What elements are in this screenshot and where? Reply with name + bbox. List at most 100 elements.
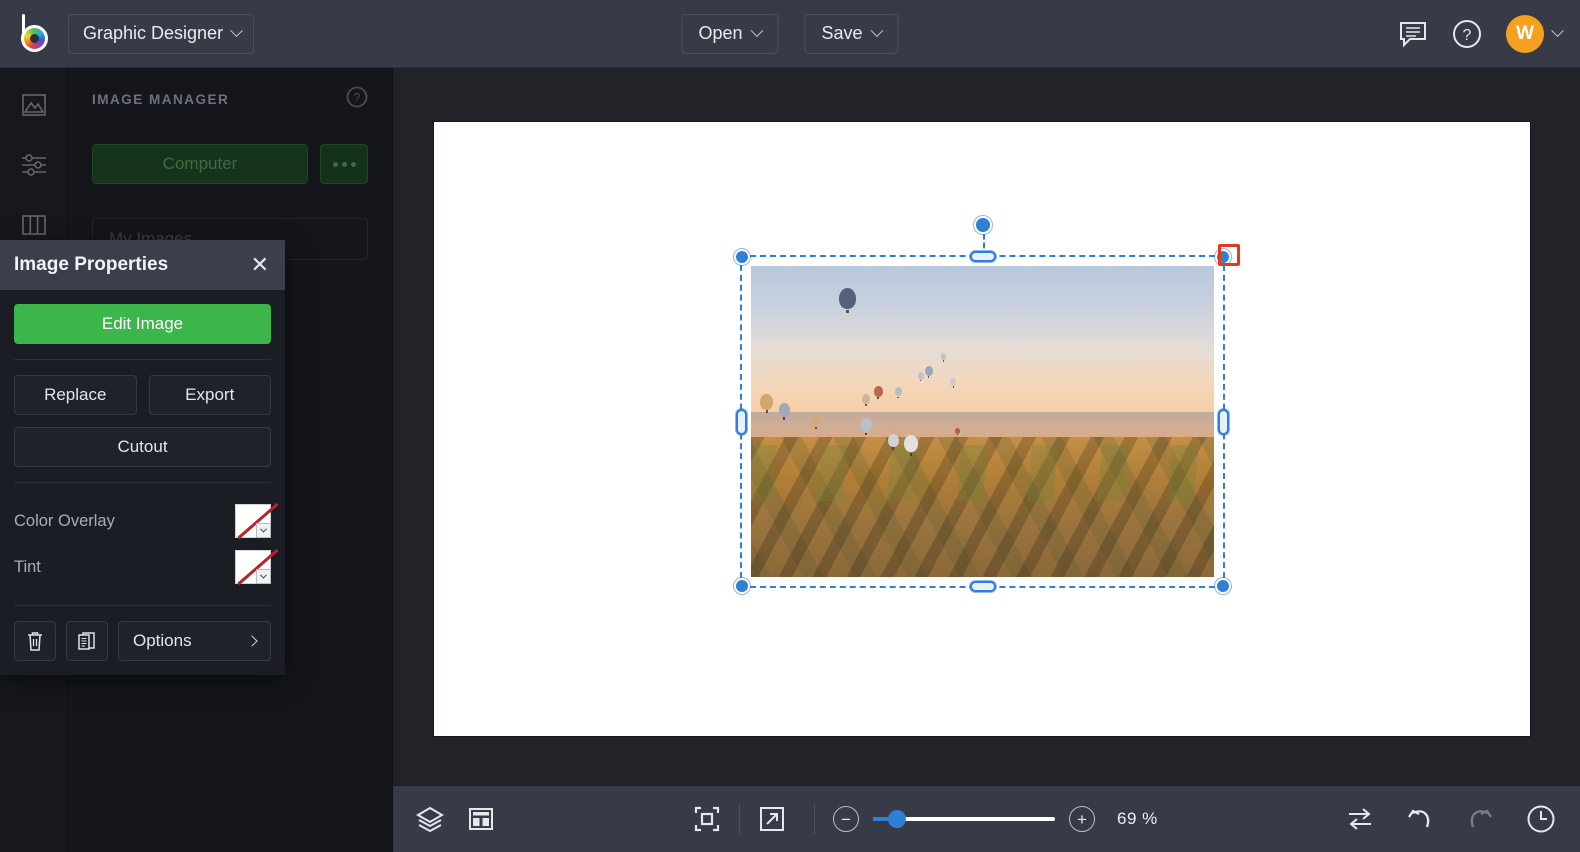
page-layout-button[interactable] bbox=[467, 805, 495, 833]
chevron-down-icon bbox=[751, 24, 764, 37]
tint-row: Tint bbox=[14, 544, 271, 590]
balloon bbox=[950, 378, 956, 386]
fit-to-screen-icon bbox=[693, 805, 721, 833]
chevron-right-icon bbox=[246, 635, 257, 646]
balloon bbox=[925, 366, 933, 376]
zoom-controls: − + 69 % bbox=[833, 806, 1158, 832]
divider bbox=[739, 804, 740, 834]
top-right-corner-handle[interactable] bbox=[1215, 249, 1231, 265]
tint-dropdown[interactable] bbox=[256, 569, 271, 584]
app-logo[interactable] bbox=[0, 0, 68, 68]
color-overlay-dropdown[interactable] bbox=[256, 523, 271, 538]
image-manager-help-button[interactable]: ? bbox=[346, 86, 368, 113]
options-button[interactable]: Options bbox=[118, 621, 271, 661]
save-button[interactable]: Save bbox=[805, 14, 899, 54]
expand-button[interactable] bbox=[758, 805, 786, 833]
top-bar: Graphic Designer Open Save bbox=[0, 0, 1580, 68]
expand-arrow-icon bbox=[758, 805, 786, 833]
document-title-label: Graphic Designer bbox=[83, 23, 223, 44]
image-manager-title: IMAGE MANAGER bbox=[92, 92, 229, 107]
top-center-actions: Open Save bbox=[681, 14, 898, 54]
copy-icon bbox=[76, 630, 98, 652]
bottom-center-tools: − + 69 % bbox=[693, 804, 1158, 834]
divider bbox=[814, 804, 815, 834]
svg-text:?: ? bbox=[1463, 27, 1472, 44]
tint-swatch[interactable] bbox=[235, 550, 271, 584]
question-circle-icon: ? bbox=[1452, 19, 1482, 49]
image-properties-panel: Image Properties ✕ Edit Image Replace Ex… bbox=[0, 240, 285, 675]
bottom-left-tools bbox=[415, 805, 495, 833]
help-button[interactable]: ? bbox=[1452, 19, 1482, 49]
chevron-down-icon bbox=[230, 24, 243, 37]
canvas-page[interactable] bbox=[434, 122, 1530, 736]
middle-right-handle[interactable] bbox=[1218, 409, 1229, 435]
question-circle-icon: ? bbox=[346, 86, 368, 108]
account-menu[interactable]: W bbox=[1506, 15, 1562, 53]
edit-image-button[interactable]: Edit Image bbox=[14, 304, 271, 344]
top-left-corner-handle[interactable] bbox=[734, 249, 750, 265]
bottom-left-corner-handle[interactable] bbox=[734, 578, 750, 594]
comments-button[interactable] bbox=[1398, 20, 1428, 48]
canvas-area[interactable] bbox=[393, 68, 1580, 786]
zoom-in-button[interactable]: + bbox=[1069, 806, 1095, 832]
swap-arrows-icon bbox=[1346, 806, 1374, 832]
history-button[interactable] bbox=[1526, 804, 1556, 834]
redo-button[interactable] bbox=[1466, 806, 1494, 832]
replace-export-row: Replace Export bbox=[14, 375, 271, 415]
color-overlay-label: Color Overlay bbox=[14, 512, 115, 531]
balloon bbox=[862, 394, 870, 404]
undo-button[interactable] bbox=[1406, 806, 1434, 832]
duplicate-button[interactable] bbox=[66, 621, 108, 661]
balloon bbox=[839, 288, 856, 309]
app-root: Graphic Designer Open Save bbox=[0, 0, 1580, 852]
ellipsis-icon bbox=[351, 162, 356, 167]
layers-button[interactable] bbox=[415, 805, 445, 833]
avatar[interactable]: W bbox=[1506, 15, 1544, 53]
ellipsis-icon bbox=[342, 162, 347, 167]
balloon bbox=[955, 428, 960, 434]
more-sources-button[interactable] bbox=[320, 144, 368, 184]
delete-button[interactable] bbox=[14, 621, 56, 661]
sidebar-item-images[interactable] bbox=[17, 90, 51, 120]
top-center-handle[interactable] bbox=[970, 251, 996, 262]
color-overlay-swatch[interactable] bbox=[235, 504, 271, 538]
page-layout-icon bbox=[467, 805, 495, 833]
balloon bbox=[895, 387, 902, 396]
zoom-slider[interactable] bbox=[873, 810, 1055, 828]
rotate-handle-stem bbox=[983, 225, 985, 257]
open-label: Open bbox=[698, 23, 742, 44]
bottom-right-corner-handle[interactable] bbox=[1215, 578, 1231, 594]
middle-left-handle[interactable] bbox=[736, 409, 747, 435]
rotate-handle[interactable] bbox=[974, 216, 992, 234]
image-properties-body: Edit Image Replace Export Cutout Color O… bbox=[0, 290, 285, 675]
divider bbox=[14, 605, 271, 606]
fit-to-screen-button[interactable] bbox=[693, 805, 721, 833]
zoom-value-label: 69 % bbox=[1117, 809, 1158, 829]
sidebar-item-layout[interactable] bbox=[17, 210, 51, 240]
image-properties-footer: Options bbox=[14, 621, 271, 661]
bottom-center-handle[interactable] bbox=[970, 581, 996, 592]
replace-button[interactable]: Replace bbox=[14, 375, 137, 415]
computer-button[interactable]: Computer bbox=[92, 144, 308, 184]
balloon bbox=[760, 394, 773, 410]
open-button[interactable]: Open bbox=[681, 14, 778, 54]
cutout-button[interactable]: Cutout bbox=[14, 427, 271, 467]
sidebar-item-adjustments[interactable] bbox=[17, 150, 51, 180]
export-button[interactable]: Export bbox=[149, 375, 272, 415]
swap-button[interactable] bbox=[1346, 806, 1374, 832]
top-right-actions: ? W bbox=[1398, 15, 1562, 53]
hot-air-balloons-photo[interactable] bbox=[751, 266, 1214, 577]
document-title-dropdown[interactable]: Graphic Designer bbox=[68, 14, 254, 54]
image-properties-header: Image Properties ✕ bbox=[0, 240, 285, 290]
zoom-out-button[interactable]: − bbox=[833, 806, 859, 832]
picture-icon bbox=[19, 90, 49, 120]
ellipsis-icon bbox=[333, 162, 338, 167]
close-icon[interactable]: ✕ bbox=[251, 254, 269, 276]
image-source-row: Computer bbox=[92, 144, 368, 184]
balloon bbox=[904, 435, 918, 452]
trash-icon bbox=[25, 630, 45, 652]
svg-text:?: ? bbox=[354, 90, 361, 104]
balloon bbox=[874, 386, 883, 397]
chevron-down-icon bbox=[260, 572, 267, 579]
zoom-slider-knob[interactable] bbox=[888, 810, 906, 828]
